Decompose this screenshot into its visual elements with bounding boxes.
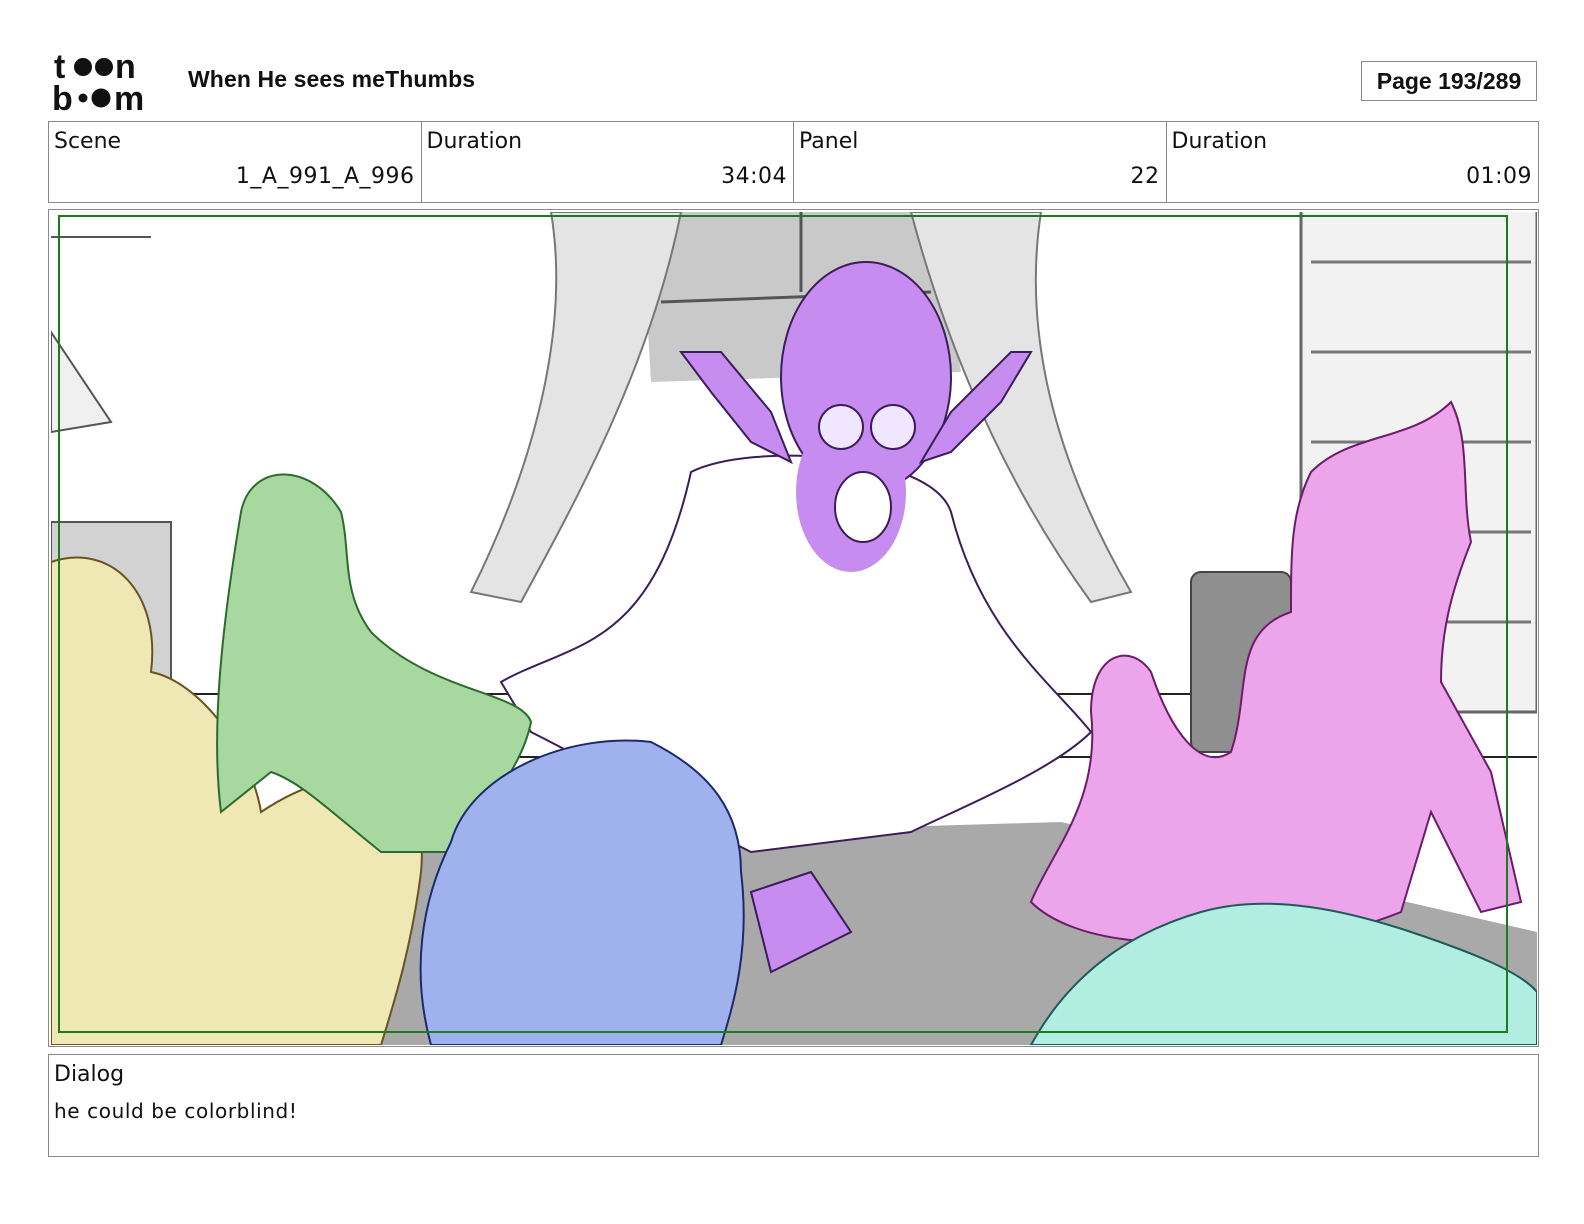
storyboard-panel (48, 209, 1539, 1047)
toon-boom-logo: t n b m (52, 48, 164, 118)
svg-text:m: m (114, 80, 144, 112)
panel-value: 22 (1130, 164, 1160, 189)
scene-duration-label: Duration (426, 129, 523, 154)
dialog-box: Dialog he could be colorblind! (48, 1054, 1539, 1157)
scene-value: 1_A_991_A_996 (235, 164, 415, 189)
scene-label: Scene (54, 129, 122, 154)
scene-duration-value: 34:04 (721, 164, 787, 189)
scene-duration-cell: Duration 34:04 (422, 122, 794, 202)
panel-duration-value: 01:09 (1466, 164, 1532, 189)
svg-text:b: b (52, 80, 73, 112)
panel-duration-label: Duration (1171, 129, 1268, 154)
storyboard-sketch (51, 212, 1537, 1045)
page-indicator: Page 193/289 (1361, 61, 1537, 101)
panel-cell: Panel 22 (794, 122, 1167, 202)
panel-label: Panel (799, 129, 859, 154)
panel-info-row: Scene 1_A_991_A_996 Duration 34:04 Panel… (48, 121, 1539, 203)
project-title: When He sees meThumbs (188, 66, 476, 92)
dialog-label: Dialog (54, 1062, 125, 1087)
dialog-text: he could be colorblind! (54, 1099, 298, 1123)
scene-cell: Scene 1_A_991_A_996 (49, 122, 422, 202)
panel-duration-cell: Duration 01:09 (1167, 122, 1539, 202)
